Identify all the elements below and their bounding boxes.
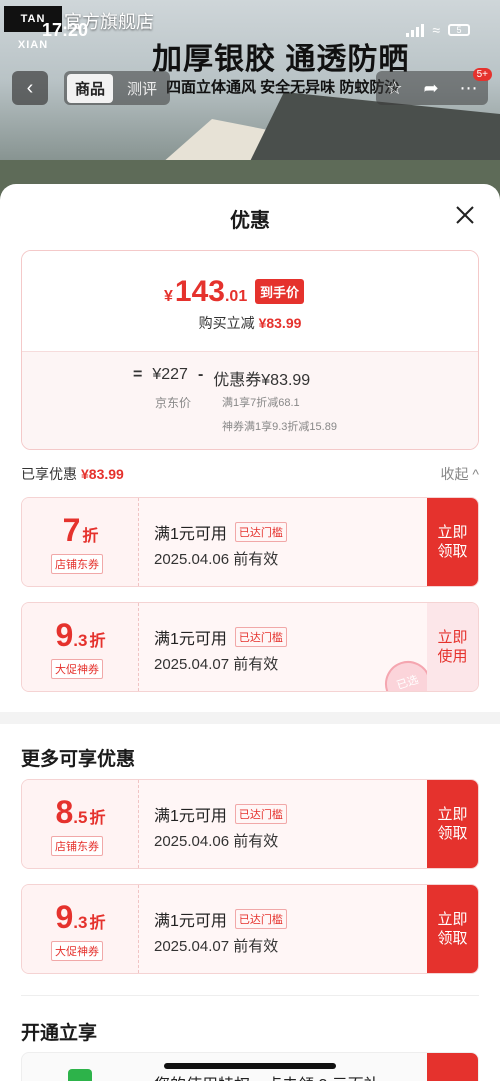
notification-badge: 5+ <box>472 68 492 81</box>
coupon-rate: 7折 <box>62 512 99 548</box>
coupon-card[interactable]: 7折 店铺东券 满1元可用 已达门槛 2025.04.06 前有效 立即领取 <box>21 497 479 587</box>
coupon-condition: 满1元可用 已达门槛 <box>154 907 287 931</box>
coupon-validity: 2025.04.07 前有效 <box>154 656 279 673</box>
instant-discount: 购买立减 ¥83.99 <box>22 313 478 333</box>
coupon-detail-2: 神券满1享9.3折减15.89 <box>222 421 337 433</box>
divider-line <box>21 995 479 996</box>
price-breakdown: = ¥227 - 优惠券¥83.99 京东价 满1享7折减68.1 神券满1享9… <box>22 351 478 449</box>
coupon-card[interactable]: 9.3 折 大促神券 满1元可用 已达门槛 2025.04.07 前有效 立即领取 <box>21 884 479 974</box>
home-indicator[interactable] <box>164 1063 336 1069</box>
coupon-type-badge: 店铺东券 <box>51 554 103 574</box>
threshold-reached-badge: 已达门槛 <box>234 804 287 824</box>
final-price-area: ¥ 143 .01 到手价 购买立减 ¥83.99 <box>22 251 478 351</box>
coupon-condition: 满1元可用 已达门槛 <box>154 520 287 544</box>
coupon-validity: 2025.04.06 前有效 <box>154 833 279 850</box>
original-price: ¥227 <box>152 366 188 383</box>
original-price-label: 京东价 <box>155 396 192 410</box>
claim-button[interactable]: 立即领取 <box>427 498 478 586</box>
coupon-type-badge: 大促神券 <box>51 941 103 961</box>
claim-button[interactable]: 立即领取 <box>427 780 478 868</box>
coupon-type-badge: 大促神券 <box>51 659 103 679</box>
instant-discount-amount: ¥83.99 <box>258 315 302 331</box>
back-button[interactable]: ‹ <box>12 71 48 105</box>
instant-discount-label: 购买立减 <box>198 315 255 331</box>
price-formula: = ¥227 - 优惠券¥83.99 <box>133 366 310 390</box>
use-button[interactable]: 立即使用 <box>427 603 478 691</box>
share-icon[interactable]: ➦ <box>424 78 439 99</box>
status-icons: ≈ 5 <box>406 22 470 38</box>
coupon-total: 优惠券¥83.99 <box>213 372 311 389</box>
wifi-icon: ≈ <box>432 22 440 38</box>
more-icon[interactable]: ⋯ <box>460 78 478 99</box>
open-membership-title: 开通立享 <box>21 1023 98 1044</box>
coupon-card[interactable]: 9.3 折 大促神券 满1元可用 已达门槛 2025.04.07 前有效 已选 立… <box>21 602 479 692</box>
threshold-reached-badge: 已达门槛 <box>234 522 287 542</box>
sheet-title: 优惠 <box>230 210 270 232</box>
equals-sign: = <box>133 366 143 383</box>
threshold-reached-badge: 已达门槛 <box>234 627 287 647</box>
collapse-button[interactable]: 收起 ^ <box>441 464 479 484</box>
coupon-validity: 2025.04.06 前有效 <box>154 551 279 568</box>
shopping-bag-icon <box>68 1069 92 1081</box>
more-discounts-title: 更多可享优惠 <box>21 749 136 770</box>
nav-actions: ☆ ➦ ⋯ <box>376 71 488 105</box>
section-divider <box>0 712 500 724</box>
enjoyed-label: 已享优惠 <box>21 466 77 482</box>
membership-description: 您的使用特权，点击领 3 元百补 <box>154 1071 380 1081</box>
status-time: 17:20 <box>42 20 89 40</box>
coupon-card[interactable]: 8.5 折 店铺东券 满1元可用 已达门槛 2025.04.06 前有效 立即领取 <box>21 779 479 869</box>
coupon-type-badge: 店铺东券 <box>51 836 103 856</box>
battery-icon: 5 <box>448 24 470 36</box>
coupon-validity: 2025.04.07 前有效 <box>154 938 279 955</box>
final-price: ¥ 143 .01 <box>164 275 247 309</box>
price-decimal: .01 <box>224 288 248 305</box>
price-summary-card: ¥ 143 .01 到手价 购买立减 ¥83.99 = ¥227 - 优惠券¥83… <box>21 250 479 450</box>
coupon-rate: 8.5 折 <box>55 794 106 830</box>
product-tabs: 商品 测评 <box>64 71 170 105</box>
threshold-reached-badge: 已达门槛 <box>234 909 287 929</box>
price-integer: 143 <box>174 275 225 308</box>
minus-sign: - <box>197 366 204 383</box>
final-price-tag: 到手价 <box>255 279 305 304</box>
enjoyed-amount: ¥83.99 <box>81 466 124 482</box>
claim-button[interactable]: 立即领取 <box>427 885 478 973</box>
favorite-star-icon[interactable]: ☆ <box>386 78 402 99</box>
currency-symbol: ¥ <box>164 288 173 305</box>
enjoyed-discount-row: 已享优惠 ¥83.99 收起 ^ <box>21 464 479 484</box>
coupon-rate: 9.3 折 <box>55 899 106 935</box>
promo-headline: 加厚银胶 通透防晒 <box>152 43 410 76</box>
coupon-condition: 满1元可用 已达门槛 <box>154 802 287 826</box>
promo-subline: 四面立体通风 安全无异味 防蚊防沙 <box>166 79 400 96</box>
discount-sheet: 优惠 ¥ 143 .01 到手价 购买立减 ¥83.99 = ¥227 - 优惠券… <box>0 184 500 1081</box>
coupon-condition: 满1元可用 已达门槛 <box>154 625 287 649</box>
coupon-detail-1: 满1享7折减68.1 <box>222 397 300 409</box>
tab-review[interactable]: 测评 <box>119 74 165 103</box>
coupon-rate: 9.3 折 <box>55 617 106 653</box>
close-icon[interactable] <box>452 202 478 228</box>
membership-action-button[interactable] <box>427 1053 478 1081</box>
tab-product[interactable]: 商品 <box>67 73 114 103</box>
